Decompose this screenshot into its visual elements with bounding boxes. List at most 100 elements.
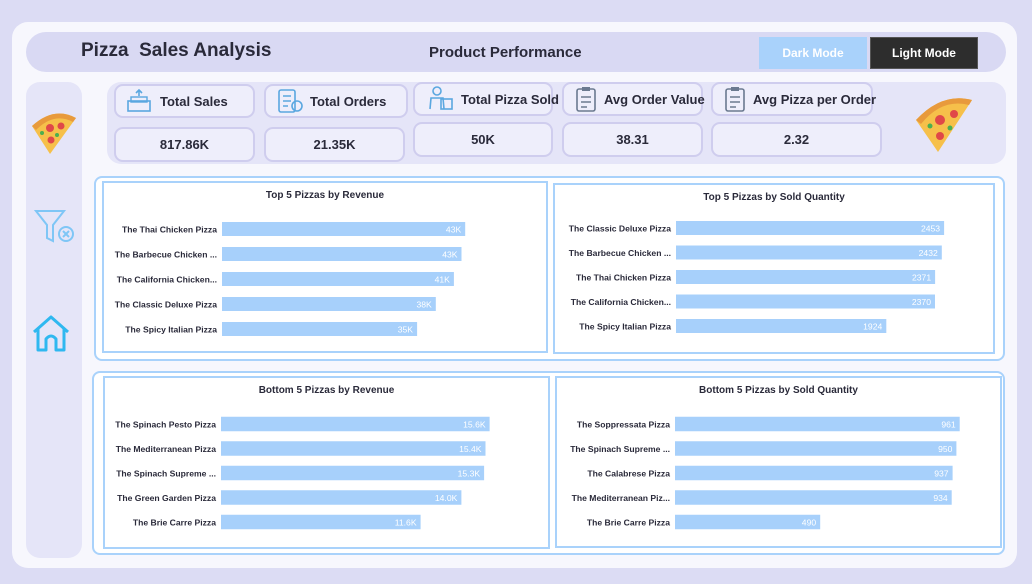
dark-mode-button[interactable]: Dark Mode bbox=[759, 37, 867, 69]
chart-1-title: Top 5 Pizzas by Sold Quantity bbox=[703, 192, 845, 203]
chart-1-bar[interactable] bbox=[676, 245, 942, 260]
chart-3-category-label: The Brie Carre Pizza bbox=[587, 518, 670, 528]
chart-top-revenue-svg: Top 5 Pizzas by Revenue The Thai Chicken … bbox=[115, 190, 466, 336]
chart-1-category-label: The Spicy Italian Pizza bbox=[579, 322, 671, 332]
money-icon bbox=[127, 89, 151, 112]
kpi-card-avg-order-value: Avg Order Value bbox=[562, 82, 705, 116]
chart-1-bar[interactable] bbox=[676, 221, 945, 235]
chart-2-bar[interactable] bbox=[221, 490, 462, 505]
chart-0-bar[interactable] bbox=[222, 297, 436, 311]
kpi-label-total-sales: Total Sales bbox=[160, 93, 228, 109]
chart-1-category-label: The California Chicken... bbox=[571, 297, 671, 307]
kpi-label-total-pizza-sold: Total Pizza Sold bbox=[461, 91, 559, 107]
chart-bottom-revenue-svg: Bottom 5 Pizzas by Revenue The Spinach Pe… bbox=[115, 385, 490, 530]
chart-2-data-label: 11.6K bbox=[395, 518, 417, 528]
chart-3-category-label: The Mediterranean Piz... bbox=[572, 493, 670, 503]
pizza-slice-icon bbox=[912, 90, 976, 161]
chart-top-quantity-svg: Top 5 Pizzas by Sold Quantity The Classic… bbox=[569, 192, 945, 333]
chart-3-data-label: 950 bbox=[938, 444, 953, 454]
light-mode-button[interactable]: Light Mode bbox=[870, 37, 978, 69]
chart-3-data-label: 934 bbox=[933, 493, 948, 503]
chart-3-title: Bottom 5 Pizzas by Sold Quantity bbox=[699, 385, 858, 396]
chart-3-bar[interactable] bbox=[675, 514, 821, 530]
chart-1-category-label: The Thai Chicken Pizza bbox=[576, 273, 671, 283]
chart-3-category-label: The Spinach Supreme ... bbox=[570, 444, 670, 454]
kpi-card-total-pizza-sold: Total Pizza Sold bbox=[413, 82, 559, 116]
chart-bottom-quantity: Bottom 5 Pizzas by Sold Quantity The Sopp… bbox=[555, 376, 1002, 548]
chart-1-bar[interactable] bbox=[676, 319, 887, 333]
chart-0-data-label: 43K bbox=[446, 225, 462, 235]
chart-3-category-label: The Soppressata Pizza bbox=[577, 420, 670, 430]
chart-3-bar[interactable] bbox=[675, 490, 952, 505]
chart-2-title: Bottom 5 Pizzas by Revenue bbox=[259, 385, 395, 396]
chart-2-category-label: The Spinach Supreme ... bbox=[116, 469, 216, 479]
chart-1-data-label: 2371 bbox=[912, 273, 931, 283]
kpi-value-avg-order-value: 38.31 bbox=[562, 122, 703, 157]
kpi-card-total-sales: Total Sales bbox=[114, 84, 255, 118]
chart-0-category-label: The Spicy Italian Pizza bbox=[125, 325, 217, 335]
chart-0-bar[interactable] bbox=[222, 272, 454, 286]
pizza-slice-icon[interactable] bbox=[28, 104, 80, 163]
chart-3-bar[interactable] bbox=[675, 441, 957, 456]
chart-1-data-label: 1924 bbox=[863, 322, 882, 332]
chart-0-data-label: 38K bbox=[417, 300, 433, 310]
kpi-label-avg-pizza-per-order: Avg Pizza per Order bbox=[753, 91, 877, 107]
chart-2-data-label: 14.0K bbox=[435, 493, 458, 503]
chart-1-category-label: The Classic Deluxe Pizza bbox=[569, 224, 671, 234]
chart-2-category-label: The Brie Carre Pizza bbox=[133, 518, 216, 528]
chart-3-category-label: The Calabrese Pizza bbox=[587, 469, 670, 479]
chart-3-data-label: 490 bbox=[802, 518, 817, 528]
chart-top-quantity: Top 5 Pizzas by Sold Quantity The Classic… bbox=[553, 183, 995, 354]
chart-2-bar[interactable] bbox=[221, 465, 485, 481]
order-list-icon bbox=[278, 89, 303, 113]
chart-0-category-label: The Classic Deluxe Pizza bbox=[115, 300, 217, 310]
chart-2-bar[interactable] bbox=[221, 416, 490, 432]
chart-0-category-label: The Thai Chicken Pizza bbox=[122, 225, 217, 235]
chart-0-title: Top 5 Pizzas by Revenue bbox=[266, 190, 385, 201]
chart-1-bar[interactable] bbox=[676, 294, 935, 309]
chart-bottom-revenue: Bottom 5 Pizzas by Revenue The Spinach Pe… bbox=[103, 376, 550, 549]
kpi-card-total-orders: Total Orders bbox=[264, 84, 408, 118]
chart-0-bar[interactable] bbox=[222, 322, 418, 336]
delivery-icon bbox=[429, 86, 453, 110]
clipboard-icon bbox=[576, 87, 596, 112]
chart-0-data-label: 41K bbox=[435, 275, 451, 285]
chart-3-bar[interactable] bbox=[675, 465, 953, 481]
app-title: Pizza Sales Analysis bbox=[81, 40, 272, 61]
chart-2-category-label: The Mediterranean Pizza bbox=[116, 444, 217, 454]
chart-3-data-label: 937 bbox=[934, 469, 949, 479]
kpi-label-avg-order-value: Avg Order Value bbox=[604, 91, 705, 107]
chart-2-data-label: 15.3K bbox=[458, 469, 481, 479]
chart-3-bar[interactable] bbox=[675, 416, 960, 432]
chart-2-category-label: The Spinach Pesto Pizza bbox=[115, 420, 216, 430]
chart-1-category-label: The Barbecue Chicken ... bbox=[569, 248, 671, 258]
chart-2-data-label: 15.4K bbox=[459, 444, 482, 454]
chart-bottom-quantity-svg: Bottom 5 Pizzas by Sold Quantity The Sopp… bbox=[570, 385, 960, 530]
kpi-value-total-orders: 21.35K bbox=[264, 127, 405, 162]
chart-0-bar[interactable] bbox=[222, 247, 462, 261]
chart-2-bar[interactable] bbox=[221, 514, 421, 530]
kpi-label-total-orders: Total Orders bbox=[310, 93, 387, 109]
chart-2-data-label: 15.6K bbox=[463, 420, 486, 430]
kpi-value-total-sales: 817.86K bbox=[114, 127, 255, 162]
clipboard-icon bbox=[725, 87, 745, 112]
kpi-card-avg-pizza-per-order: Avg Pizza per Order bbox=[711, 82, 877, 116]
chart-1-data-label: 2432 bbox=[919, 248, 938, 258]
chart-1-bar[interactable] bbox=[676, 270, 936, 284]
home-icon[interactable] bbox=[31, 313, 71, 358]
page-title: Product Performance bbox=[429, 44, 582, 61]
chart-0-bar[interactable] bbox=[222, 222, 466, 236]
chart-1-data-label: 2453 bbox=[921, 224, 940, 234]
chart-1-data-label: 2370 bbox=[912, 297, 931, 307]
kpi-value-avg-pizza-per-order: 2.32 bbox=[711, 122, 882, 157]
chart-2-bar[interactable] bbox=[221, 441, 486, 456]
chart-0-category-label: The California Chicken... bbox=[117, 275, 217, 285]
chart-0-category-label: The Barbecue Chicken ... bbox=[115, 250, 217, 260]
kpi-value-total-pizza-sold: 50K bbox=[413, 122, 553, 157]
chart-0-data-label: 43K bbox=[442, 250, 458, 260]
chart-2-category-label: The Green Garden Pizza bbox=[117, 493, 216, 503]
clear-filter-icon[interactable] bbox=[33, 208, 76, 251]
chart-0-data-label: 35K bbox=[398, 325, 414, 335]
chart-3-data-label: 961 bbox=[941, 420, 956, 430]
chart-top-revenue: Top 5 Pizzas by Revenue The Thai Chicken … bbox=[102, 181, 548, 353]
